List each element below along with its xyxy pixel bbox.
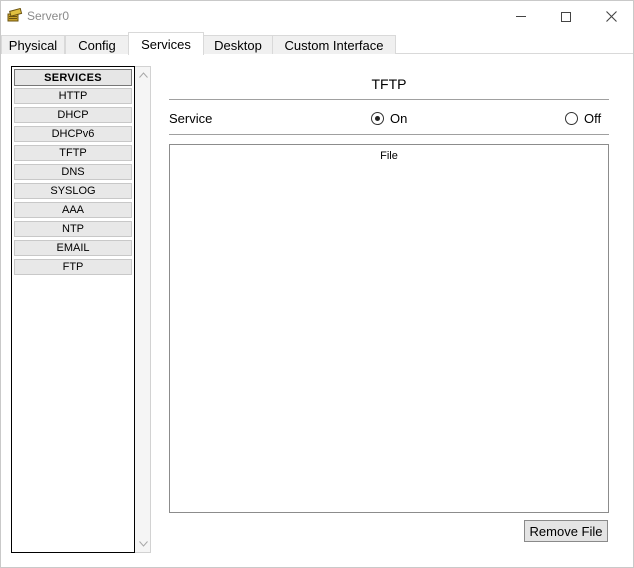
services-list-scrollbar[interactable]	[135, 66, 151, 553]
divider	[169, 134, 609, 135]
server-app-icon	[7, 8, 23, 22]
remove-file-button[interactable]: Remove File	[524, 520, 608, 542]
services-list-header[interactable]: SERVICES	[14, 69, 132, 86]
scroll-down-icon[interactable]	[138, 539, 148, 549]
close-icon	[605, 11, 617, 22]
minimize-icon	[516, 16, 526, 17]
sidebar-item-http[interactable]: HTTP	[14, 88, 132, 104]
panel-title: TFTP	[371, 76, 407, 92]
maximize-button[interactable]	[543, 1, 589, 32]
service-off-radio[interactable]	[565, 112, 578, 125]
scroll-up-icon[interactable]	[138, 70, 148, 80]
sidebar-item-dhcpv6[interactable]: DHCPv6	[14, 126, 132, 142]
services-list: SERVICES HTTP DHCP DHCPv6 TFTP DNS SYSLO…	[11, 66, 135, 553]
service-on-radio[interactable]	[371, 112, 384, 125]
service-label: Service	[169, 111, 213, 126]
sidebar-item-aaa[interactable]: AAA	[14, 202, 132, 218]
sidebar-item-ftp[interactable]: FTP	[14, 259, 132, 275]
tab-config[interactable]: Config	[65, 35, 129, 54]
sidebar-item-email[interactable]: EMAIL	[14, 240, 132, 256]
sidebar-item-ntp[interactable]: NTP	[14, 221, 132, 237]
close-button[interactable]	[588, 1, 634, 32]
file-column-header: File	[380, 150, 398, 162]
sidebar-item-tftp[interactable]: TFTP	[14, 145, 132, 161]
title-bar: Server0	[1, 1, 633, 32]
tab-services[interactable]: Services	[128, 32, 204, 55]
tab-bar: Physical Config Services Desktop Custom …	[1, 32, 633, 55]
tab-physical[interactable]: Physical	[1, 35, 65, 54]
tab-custom-interface[interactable]: Custom Interface	[272, 35, 396, 54]
sidebar-item-dns[interactable]: DNS	[14, 164, 132, 180]
tab-desktop[interactable]: Desktop	[203, 35, 273, 54]
sidebar-item-dhcp[interactable]: DHCP	[14, 107, 132, 123]
minimize-button[interactable]	[498, 1, 544, 32]
divider	[169, 99, 609, 100]
maximize-icon	[561, 11, 571, 22]
service-off-label[interactable]: Off	[584, 111, 601, 126]
file-list[interactable]: File	[169, 144, 609, 513]
sidebar-item-syslog[interactable]: SYSLOG	[14, 183, 132, 199]
server-window: Server0 Physical Config Services Desktop…	[0, 0, 634, 568]
service-on-label[interactable]: On	[390, 111, 407, 126]
window-title: Server0	[27, 9, 70, 23]
services-content: SERVICES HTTP DHCP DHCPv6 TFTP DNS SYSLO…	[1, 54, 633, 567]
